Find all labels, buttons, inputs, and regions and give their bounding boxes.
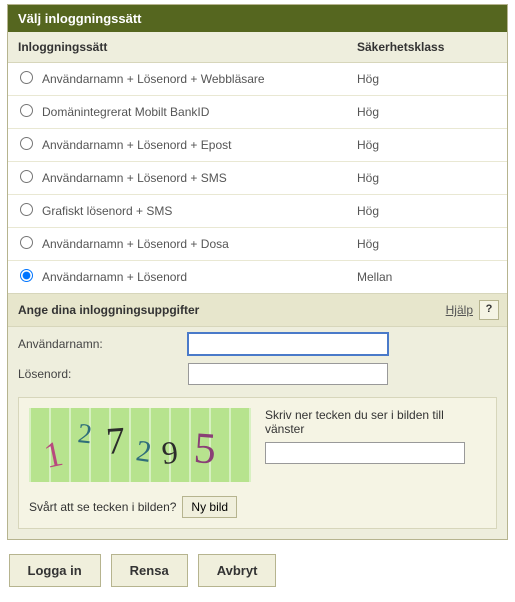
login-method-radio-cell <box>8 162 38 194</box>
options-header: Inloggningssätt Säkerhetsklass <box>8 32 507 63</box>
credentials-header: Ange dina inloggningsuppgifter Hjälp ? <box>8 294 507 327</box>
login-method-row[interactable]: Användarnamn + LösenordMellan <box>8 261 507 293</box>
login-method-security: Hög <box>357 130 507 160</box>
login-method-radio-cell <box>8 261 38 293</box>
login-method-label: Användarnamn + Lösenord + SMS <box>38 163 357 193</box>
header-method: Inloggningssätt <box>8 32 357 62</box>
panel-title: Välj inloggningssätt <box>8 5 507 32</box>
captcha-right: Skriv ner tecken du ser i bilden till vä… <box>251 408 486 464</box>
captcha-box: 1 2 7 2 9 5 Skriv ner tecken du ser i bi… <box>18 397 497 529</box>
login-method-row[interactable]: Användarnamn + Lösenord + WebbläsareHög <box>8 63 507 96</box>
options-list: Användarnamn + Lösenord + WebbläsareHögD… <box>8 63 507 293</box>
captcha-instruction: Skriv ner tecken du ser i bilden till vä… <box>265 408 486 436</box>
password-row: Lösenord: <box>8 357 507 387</box>
password-label: Lösenord: <box>18 367 188 381</box>
login-method-row[interactable]: Grafiskt lösenord + SMSHög <box>8 195 507 228</box>
login-method-row[interactable]: Användarnamn + Lösenord + EpostHög <box>8 129 507 162</box>
login-method-radio[interactable] <box>20 269 33 282</box>
svg-text:1: 1 <box>40 433 66 476</box>
credentials-title: Ange dina inloggningsuppgifter <box>18 303 446 317</box>
login-method-security: Hög <box>357 196 507 226</box>
password-input[interactable] <box>188 363 388 385</box>
cancel-button[interactable]: Avbryt <box>198 554 277 587</box>
login-method-label: Användarnamn + Lösenord + Dosa <box>38 229 357 259</box>
svg-text:9: 9 <box>160 433 180 470</box>
header-security: Säkerhetsklass <box>357 32 507 62</box>
login-method-security: Hög <box>357 64 507 94</box>
login-method-security: Hög <box>357 97 507 127</box>
login-method-security: Hög <box>357 163 507 193</box>
login-method-radio-cell <box>8 195 38 227</box>
login-method-row[interactable]: Användarnamn + Lösenord + SMSHög <box>8 162 507 195</box>
login-method-label: Användarnamn + Lösenord <box>38 262 357 292</box>
action-buttons: Logga in Rensa Avbryt <box>8 554 508 587</box>
login-method-label: Grafiskt lösenord + SMS <box>38 196 357 226</box>
captcha-bottom: Svårt att se tecken i bilden? Ny bild <box>29 496 486 518</box>
login-method-radio[interactable] <box>20 236 33 249</box>
username-row: Användarnamn: <box>8 327 507 357</box>
login-method-radio[interactable] <box>20 137 33 150</box>
svg-text:7: 7 <box>105 420 127 463</box>
login-panel: Välj inloggningssätt Inloggningssätt Säk… <box>7 4 508 540</box>
login-method-radio[interactable] <box>20 104 33 117</box>
login-method-row[interactable]: Domänintegrerat Mobilt BankIDHög <box>8 96 507 129</box>
login-method-radio-cell <box>8 228 38 260</box>
captcha-trouble-label: Svårt att se tecken i bilden? <box>29 500 176 514</box>
login-button[interactable]: Logga in <box>9 554 101 587</box>
reset-button[interactable]: Rensa <box>111 554 188 587</box>
login-method-security: Mellan <box>357 262 507 292</box>
username-input[interactable] <box>188 333 388 355</box>
help-button[interactable]: ? <box>479 300 499 320</box>
login-method-radio[interactable] <box>20 203 33 216</box>
login-method-label: Användarnamn + Lösenord + Webbläsare <box>38 64 357 94</box>
login-method-radio[interactable] <box>20 71 33 84</box>
login-method-label: Användarnamn + Lösenord + Epost <box>38 130 357 160</box>
login-method-radio-cell <box>8 63 38 95</box>
username-label: Användarnamn: <box>18 337 188 351</box>
svg-text:2: 2 <box>134 434 153 469</box>
captcha-top: 1 2 7 2 9 5 Skriv ner tecken du ser i bi… <box>29 408 486 482</box>
login-method-radio[interactable] <box>20 170 33 183</box>
login-method-radio-cell <box>8 129 38 161</box>
svg-text:5: 5 <box>192 423 217 473</box>
new-captcha-button[interactable]: Ny bild <box>182 496 237 518</box>
captcha-image: 1 2 7 2 9 5 <box>29 408 251 482</box>
svg-text:2: 2 <box>76 418 93 450</box>
credentials-box: Ange dina inloggningsuppgifter Hjälp ? A… <box>8 293 507 539</box>
login-method-row[interactable]: Användarnamn + Lösenord + DosaHög <box>8 228 507 261</box>
login-method-security: Hög <box>357 229 507 259</box>
login-method-radio-cell <box>8 96 38 128</box>
help-link[interactable]: Hjälp <box>446 303 473 317</box>
login-method-label: Domänintegrerat Mobilt BankID <box>38 97 357 127</box>
captcha-input[interactable] <box>265 442 465 464</box>
